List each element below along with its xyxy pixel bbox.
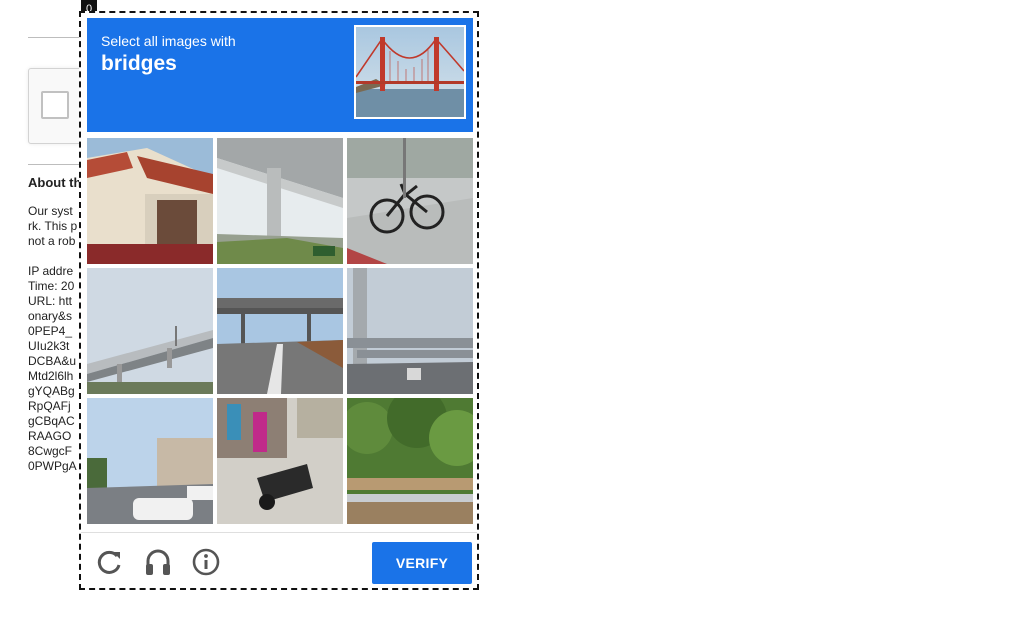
image-grid [87, 138, 473, 524]
tile-9-bushes-guardrail[interactable] [347, 398, 473, 524]
tile-4-highway-overpass[interactable] [87, 268, 213, 394]
diagnostic-line: Time: 20 [28, 279, 75, 293]
diagnostic-line: gCBqAC [28, 414, 75, 428]
reload-icon[interactable] [95, 547, 125, 577]
tile-3-bicycle[interactable] [347, 138, 473, 264]
headphones-icon[interactable] [143, 547, 173, 577]
diagnostic-line: rk. This p [28, 219, 78, 233]
tile-5-footbridge[interactable] [217, 268, 343, 394]
diagnostic-line: UIu2k3t [28, 339, 70, 353]
diagnostic-line [28, 249, 77, 264]
tile-2-overpass[interactable] [217, 138, 343, 264]
sample-bridge-image [354, 25, 466, 119]
diagnostic-line: 8CwgcF [28, 444, 73, 458]
instruction-text: Select all images with [101, 33, 236, 49]
info-icon[interactable] [191, 547, 221, 577]
diagnostic-line: gYQABg [28, 384, 75, 398]
target-object: bridges [101, 52, 177, 75]
diagnostic-line: not a rob [28, 234, 76, 248]
recaptcha-checkbox[interactable] [41, 91, 69, 119]
verify-button[interactable]: VERIFY [372, 542, 472, 584]
diagnostic-line: 0PWPgA [28, 459, 77, 473]
diagnostic-line: RpQAFj [28, 399, 71, 413]
challenge-footer: VERIFY [81, 532, 477, 589]
tile-1-building-roof[interactable] [87, 138, 213, 264]
tile-8-motorbike-alley[interactable] [217, 398, 343, 524]
tile-6-sign-gantry[interactable] [347, 268, 473, 394]
diagnostic-line: Our syst [28, 204, 73, 218]
diagnostic-line: Mtd2l6lh [28, 369, 74, 383]
diagnostic-line: DCBA&u [28, 354, 77, 368]
diagnostic-line: IP addre [28, 264, 74, 278]
diagnostic-text: Our syst rk. This p not a rob IP addre Time… [28, 204, 77, 474]
challenge-banner: Select all images with bridges [87, 18, 473, 132]
about-heading: About th [28, 175, 82, 190]
tile-7-street-cars[interactable] [87, 398, 213, 524]
diagnostic-line: onary&s [28, 309, 73, 323]
diagnostic-line: 0PEP4_ [28, 324, 73, 338]
diagnostic-line: URL: htt [28, 294, 73, 308]
diagnostic-line: RAAGO [28, 429, 72, 443]
